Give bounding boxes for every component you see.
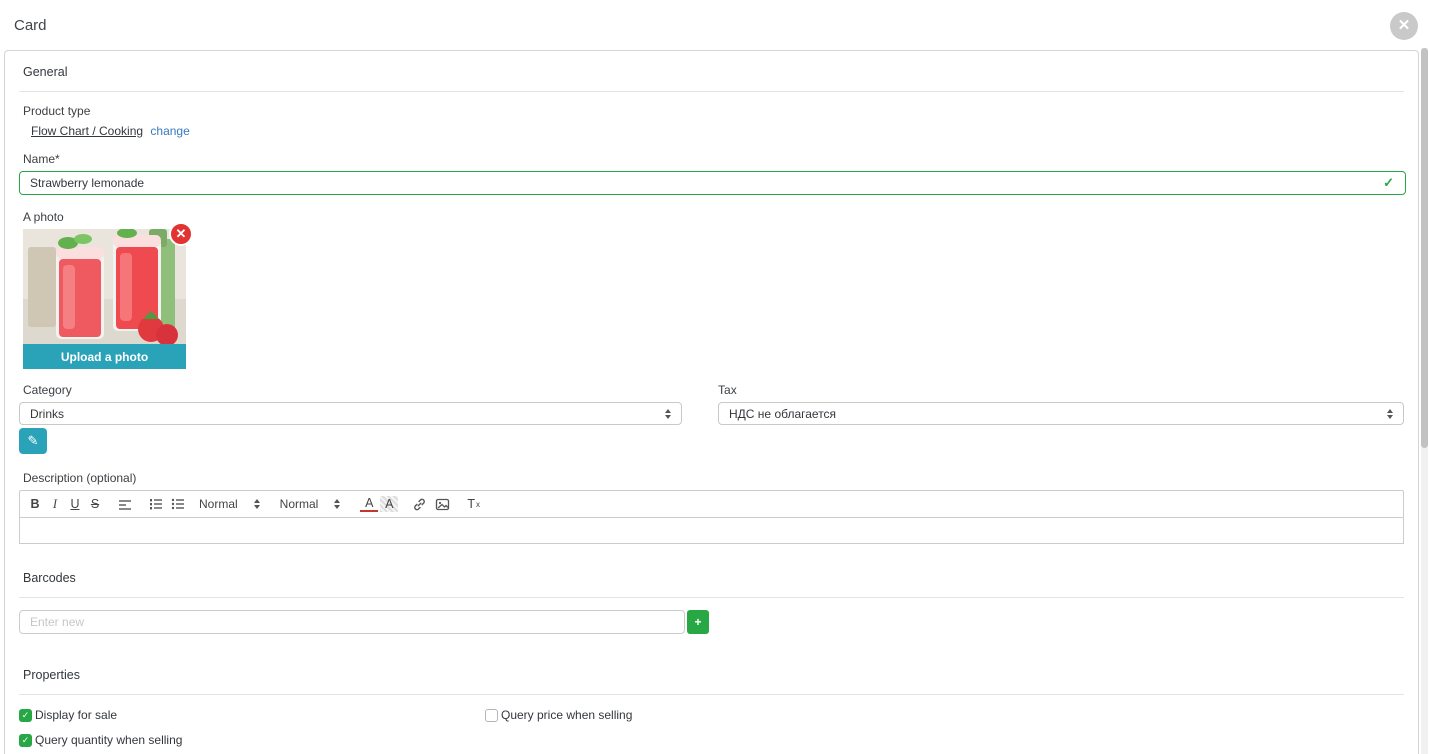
tax-select[interactable]: НДС не облагается — [718, 402, 1404, 425]
name-input[interactable] — [19, 171, 1406, 195]
name-label: Name* — [23, 152, 60, 166]
scrollbar-thumb[interactable] — [1421, 48, 1428, 448]
description-textarea[interactable] — [20, 517, 1403, 543]
description-label: Description (optional) — [23, 471, 137, 485]
size-value: Normal — [199, 497, 238, 511]
checkbox-icon: ✓ — [19, 708, 32, 722]
size-picker[interactable]: Normal — [199, 497, 260, 511]
chevron-updown-icon — [665, 408, 672, 419]
link-icon[interactable] — [409, 494, 430, 514]
photo-label: A photo — [23, 210, 64, 224]
underline-button[interactable]: U — [66, 494, 84, 514]
checkbox-icon — [485, 708, 498, 722]
product-photo — [23, 229, 186, 344]
tax-value: НДС не облагается — [729, 406, 837, 421]
chevron-updown-icon — [334, 499, 341, 509]
product-type-label: Product type — [23, 104, 91, 118]
page-title: Card — [14, 17, 47, 34]
bullet-list-icon[interactable] — [168, 494, 188, 514]
product-type-change-link[interactable]: change — [150, 124, 189, 138]
checkbox-display-for-sale[interactable]: ✓ Display for sale — [19, 708, 485, 722]
barcode-input[interactable] — [19, 610, 685, 634]
clear-format-button[interactable]: Tx — [464, 494, 483, 514]
bold-button[interactable]: B — [26, 494, 44, 514]
font-picker[interactable]: Normal — [280, 497, 341, 511]
barcodes-section-title: Barcodes — [19, 557, 1404, 598]
card-form-panel: General Product type Flow Chart / Cookin… — [4, 50, 1419, 754]
italic-button[interactable]: I — [46, 494, 64, 514]
pencil-icon: ✎ — [27, 433, 39, 448]
dialog-header: Card ✕ — [0, 0, 1429, 50]
insert-image-icon[interactable] — [432, 494, 453, 514]
delete-photo-icon[interactable]: ✕ — [169, 222, 193, 246]
font-value: Normal — [279, 497, 319, 511]
checkbox-label: Display for sale — [35, 708, 118, 722]
category-value: Drinks — [30, 406, 65, 421]
add-barcode-button[interactable]: + — [687, 610, 709, 634]
product-card-dialog: Card ✕ General Product type Flow Chart /… — [0, 0, 1429, 754]
checkbox-query-quantity[interactable]: ✓ Query quantity when selling — [19, 733, 182, 747]
chevron-updown-icon — [253, 499, 260, 509]
category-label: Category — [23, 383, 72, 397]
text-color-button[interactable]: A — [360, 496, 379, 512]
description-editor: B I U S Normal Normal A A T x — [19, 490, 1404, 544]
editor-toolbar: B I U S Normal Normal A A T x — [20, 491, 1403, 517]
upload-photo-button[interactable]: Upload a photo — [23, 344, 186, 369]
product-type-value-link[interactable]: Flow Chart / Cooking — [31, 124, 143, 138]
tax-label: Tax — [718, 383, 737, 397]
checkbox-label: Query quantity when selling — [35, 733, 183, 747]
checkbox-query-price[interactable]: Query price when selling — [485, 708, 632, 722]
align-icon[interactable] — [115, 494, 135, 514]
close-icon[interactable]: ✕ — [1390, 12, 1418, 40]
general-section-title: General — [19, 51, 1404, 92]
strikethrough-button[interactable]: S — [86, 494, 104, 514]
chevron-updown-icon — [1387, 408, 1393, 419]
valid-check-icon: ✓ — [1383, 175, 1394, 190]
category-select[interactable]: Drinks — [19, 402, 683, 425]
edit-category-button[interactable]: ✎ — [19, 428, 47, 454]
checkbox-label: Query price when selling — [501, 708, 633, 722]
checkbox-icon: ✓ — [19, 733, 32, 747]
ordered-list-icon[interactable] — [146, 494, 166, 514]
photo-widget: Upload a photo ✕ — [23, 222, 193, 369]
properties-section-title: Properties — [19, 654, 1404, 695]
highlight-color-button[interactable]: A — [380, 496, 399, 512]
